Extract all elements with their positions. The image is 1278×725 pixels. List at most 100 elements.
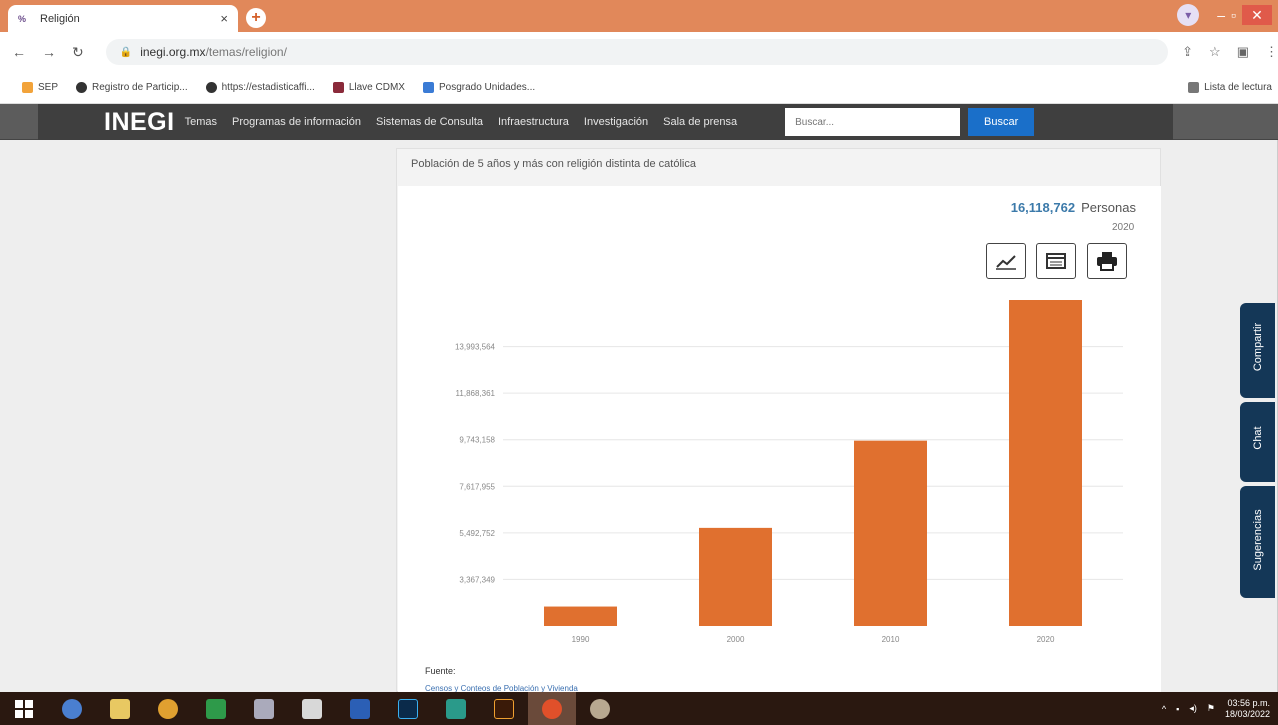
nav-investigacion[interactable]: Investigación (584, 116, 648, 128)
taskbar-app[interactable] (240, 692, 288, 725)
new-tab-button[interactable]: + (246, 8, 266, 28)
tray-network-icon[interactable]: ▪ (1176, 704, 1179, 714)
bar-2010[interactable] (854, 440, 927, 626)
url-field[interactable]: 🔒 inegi.org.mx /temas/religion/ (105, 39, 1169, 65)
table-button[interactable] (1036, 243, 1076, 279)
menu-icon[interactable]: ⋮ (1265, 44, 1278, 60)
posgrado-icon (422, 82, 434, 93)
chrome-icon (158, 698, 178, 719)
extension-icon[interactable]: ▣ (1237, 44, 1249, 60)
app-green-icon (206, 698, 226, 719)
reading-list-icon (1188, 82, 1200, 93)
bar-chart: 3,367,349 5,492,752 7,617,955 9,743,158 11,8… (455, 300, 1123, 644)
taskbar-app-arrow[interactable] (432, 692, 480, 725)
tab-favicon-icon: % (18, 13, 27, 24)
llave-icon (332, 82, 344, 93)
nav-programas[interactable]: Programas de información (232, 116, 361, 128)
tab-title: Religión (40, 12, 80, 25)
star-icon[interactable]: ☆ (1209, 44, 1221, 60)
print-icon (1097, 252, 1117, 271)
y-tick-label: 3,367,349 (459, 575, 495, 584)
back-arrow-icon[interactable]: ← (12, 44, 26, 60)
globe-icon (76, 82, 88, 93)
bookmark-registro[interactable]: Registro de Particip... (76, 82, 188, 93)
lock-icon: 🔒 (119, 46, 133, 58)
total-value: 16,118,762 Personas (1011, 200, 1136, 215)
minimize-icon[interactable]: – (1217, 7, 1225, 23)
notepad-icon (302, 698, 322, 719)
bookmarks-bar: SEP Registro de Particip... https://esta… (0, 72, 1278, 104)
tray-volume-icon[interactable]: ◂) (1189, 703, 1197, 714)
line-chart-button[interactable] (986, 243, 1026, 279)
search-input[interactable] (785, 108, 961, 136)
bookmark-estadistica[interactable]: https://estadisticaffi... (205, 82, 315, 93)
settings-icon (62, 698, 82, 719)
url-domain: inegi.org.mx (140, 45, 206, 59)
url-path: /temas/religion/ (205, 45, 287, 59)
taskbar-word[interactable] (336, 692, 384, 725)
y-tick-label: 9,743,158 (459, 436, 495, 445)
share-icon[interactable]: ⇪ (1182, 44, 1193, 60)
taskbar-paint[interactable] (576, 692, 624, 725)
taskbar-notepad[interactable] (288, 692, 336, 725)
taskbar-photoshop[interactable] (384, 692, 432, 725)
illustrator-icon (494, 698, 514, 719)
site-navbar: INEGI Temas Programas de información Sis… (0, 104, 1278, 140)
reading-list[interactable]: Lista de lectura (1188, 82, 1272, 93)
browser-tab[interactable]: % Religión × (8, 5, 238, 32)
clock-date: 18/03/2022 (1224, 708, 1270, 719)
taskbar-chrome[interactable] (144, 692, 192, 725)
taskbar-app-green[interactable] (192, 692, 240, 725)
nav-infraestructura[interactable]: Infraestructura (498, 116, 569, 128)
window-controls: ▾ – ▫ ✕ (1177, 4, 1272, 26)
bookmark-llave-cdmx[interactable]: Llave CDMX (332, 82, 405, 93)
panel-title: Población de 5 años y más con religión d… (411, 158, 696, 170)
x-tick-label: 2010 (882, 635, 900, 644)
profile-icon[interactable]: ▾ (1177, 4, 1200, 26)
taskbar-illustrator[interactable] (480, 692, 528, 725)
inegi-logo[interactable]: INEGI (104, 108, 175, 137)
clock-time: 03:56 p.m. (1227, 697, 1270, 708)
bookmark-posgrado[interactable]: Posgrado Unidades... (422, 82, 535, 93)
photoshop-icon (398, 698, 418, 719)
share-tab[interactable]: Compartir (1240, 303, 1275, 398)
nav-sistemas[interactable]: Sistemas de Consulta (376, 116, 483, 128)
bar-2020[interactable] (1009, 300, 1082, 626)
tray-flag-icon[interactable]: ⚑ (1207, 703, 1215, 714)
bar-2000[interactable] (699, 527, 772, 626)
clock[interactable]: 03:56 p.m. 18/03/2022 (1225, 698, 1270, 720)
app-icon (254, 698, 274, 719)
word-icon (350, 698, 370, 719)
taskbar-chrome-active[interactable] (528, 692, 576, 725)
x-tick-label: 2020 (1037, 635, 1055, 644)
nav-sala-prensa[interactable]: Sala de prensa (663, 116, 737, 128)
forward-arrow-icon[interactable]: → (42, 44, 56, 60)
tray-chevron-icon[interactable]: ^ (1162, 704, 1166, 714)
suggestions-tab-label: Sugerencias (1251, 509, 1264, 571)
taskbar-explorer[interactable] (96, 692, 144, 725)
y-tick-label: 7,617,955 (459, 482, 495, 491)
browser-title-bar: % Religión × + ▾ – ▫ ✕ (0, 0, 1278, 32)
total-unit: Personas (1081, 200, 1136, 215)
arrow-app-icon (446, 698, 466, 719)
print-button[interactable] (1087, 243, 1127, 279)
tab-close-icon[interactable]: × (220, 11, 228, 26)
y-tick-label: 5,492,752 (459, 529, 495, 538)
start-button[interactable] (0, 692, 48, 725)
system-tray: ^ ▪ ◂) ⚑ 03:56 p.m. 18/03/2022 (1162, 698, 1278, 720)
chat-tab[interactable]: Chat (1240, 402, 1275, 482)
nav-temas[interactable]: Temas (185, 116, 217, 128)
windows-icon (15, 699, 33, 718)
taskbar-settings[interactable] (48, 692, 96, 725)
bar-1990[interactable] (544, 606, 617, 626)
search-button[interactable]: Buscar (968, 108, 1035, 136)
maximize-icon[interactable]: ▫ (1231, 7, 1236, 23)
source-label: Fuente: (425, 666, 456, 676)
folder-icon (110, 698, 130, 719)
x-tick-label: 1990 (572, 635, 590, 644)
window-close-icon[interactable]: ✕ (1242, 5, 1272, 25)
y-tick-label: 13,993,564 (455, 343, 496, 352)
reload-icon[interactable]: ↻ (72, 44, 84, 61)
bookmark-sep[interactable]: SEP (22, 82, 58, 93)
suggestions-tab[interactable]: Sugerencias (1240, 486, 1275, 598)
